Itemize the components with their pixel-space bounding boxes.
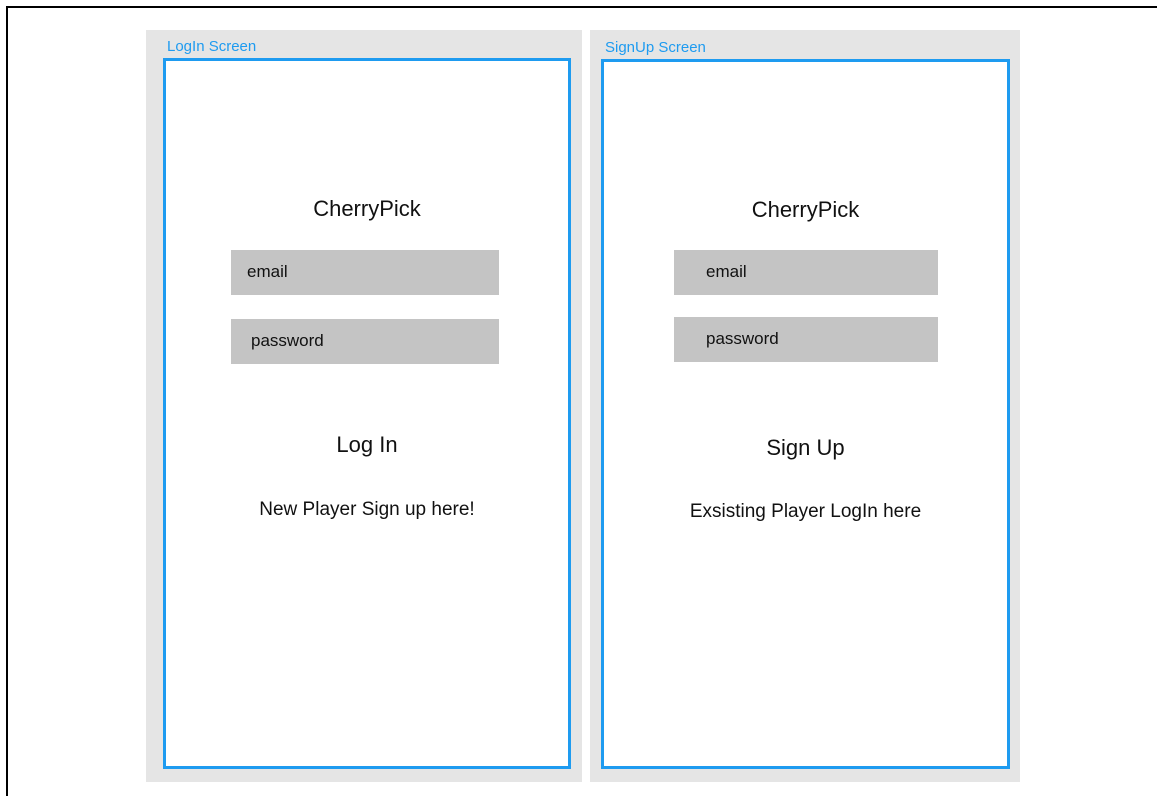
app-title: CherryPick: [313, 196, 421, 221]
login-button[interactable]: Log In: [166, 432, 568, 458]
signup-button[interactable]: Sign Up: [604, 435, 1007, 461]
email-field[interactable]: email: [231, 250, 499, 295]
signup-screen: CherryPick email password Sign Up Exsist…: [601, 59, 1010, 769]
login-screen: CherryPick email password Log In New Pla…: [163, 58, 571, 769]
app-title: CherryPick: [751, 197, 860, 222]
login-link[interactable]: Exsisting Player LogIn here: [604, 501, 1007, 523]
signup-frame-label: SignUp Screen: [605, 39, 706, 56]
email-field[interactable]: email: [674, 250, 938, 295]
login-frame-label: LogIn Screen: [167, 38, 257, 55]
signup-link[interactable]: New Player Sign up here!: [166, 499, 568, 521]
password-field[interactable]: password: [674, 317, 938, 362]
password-field[interactable]: password: [231, 319, 499, 364]
